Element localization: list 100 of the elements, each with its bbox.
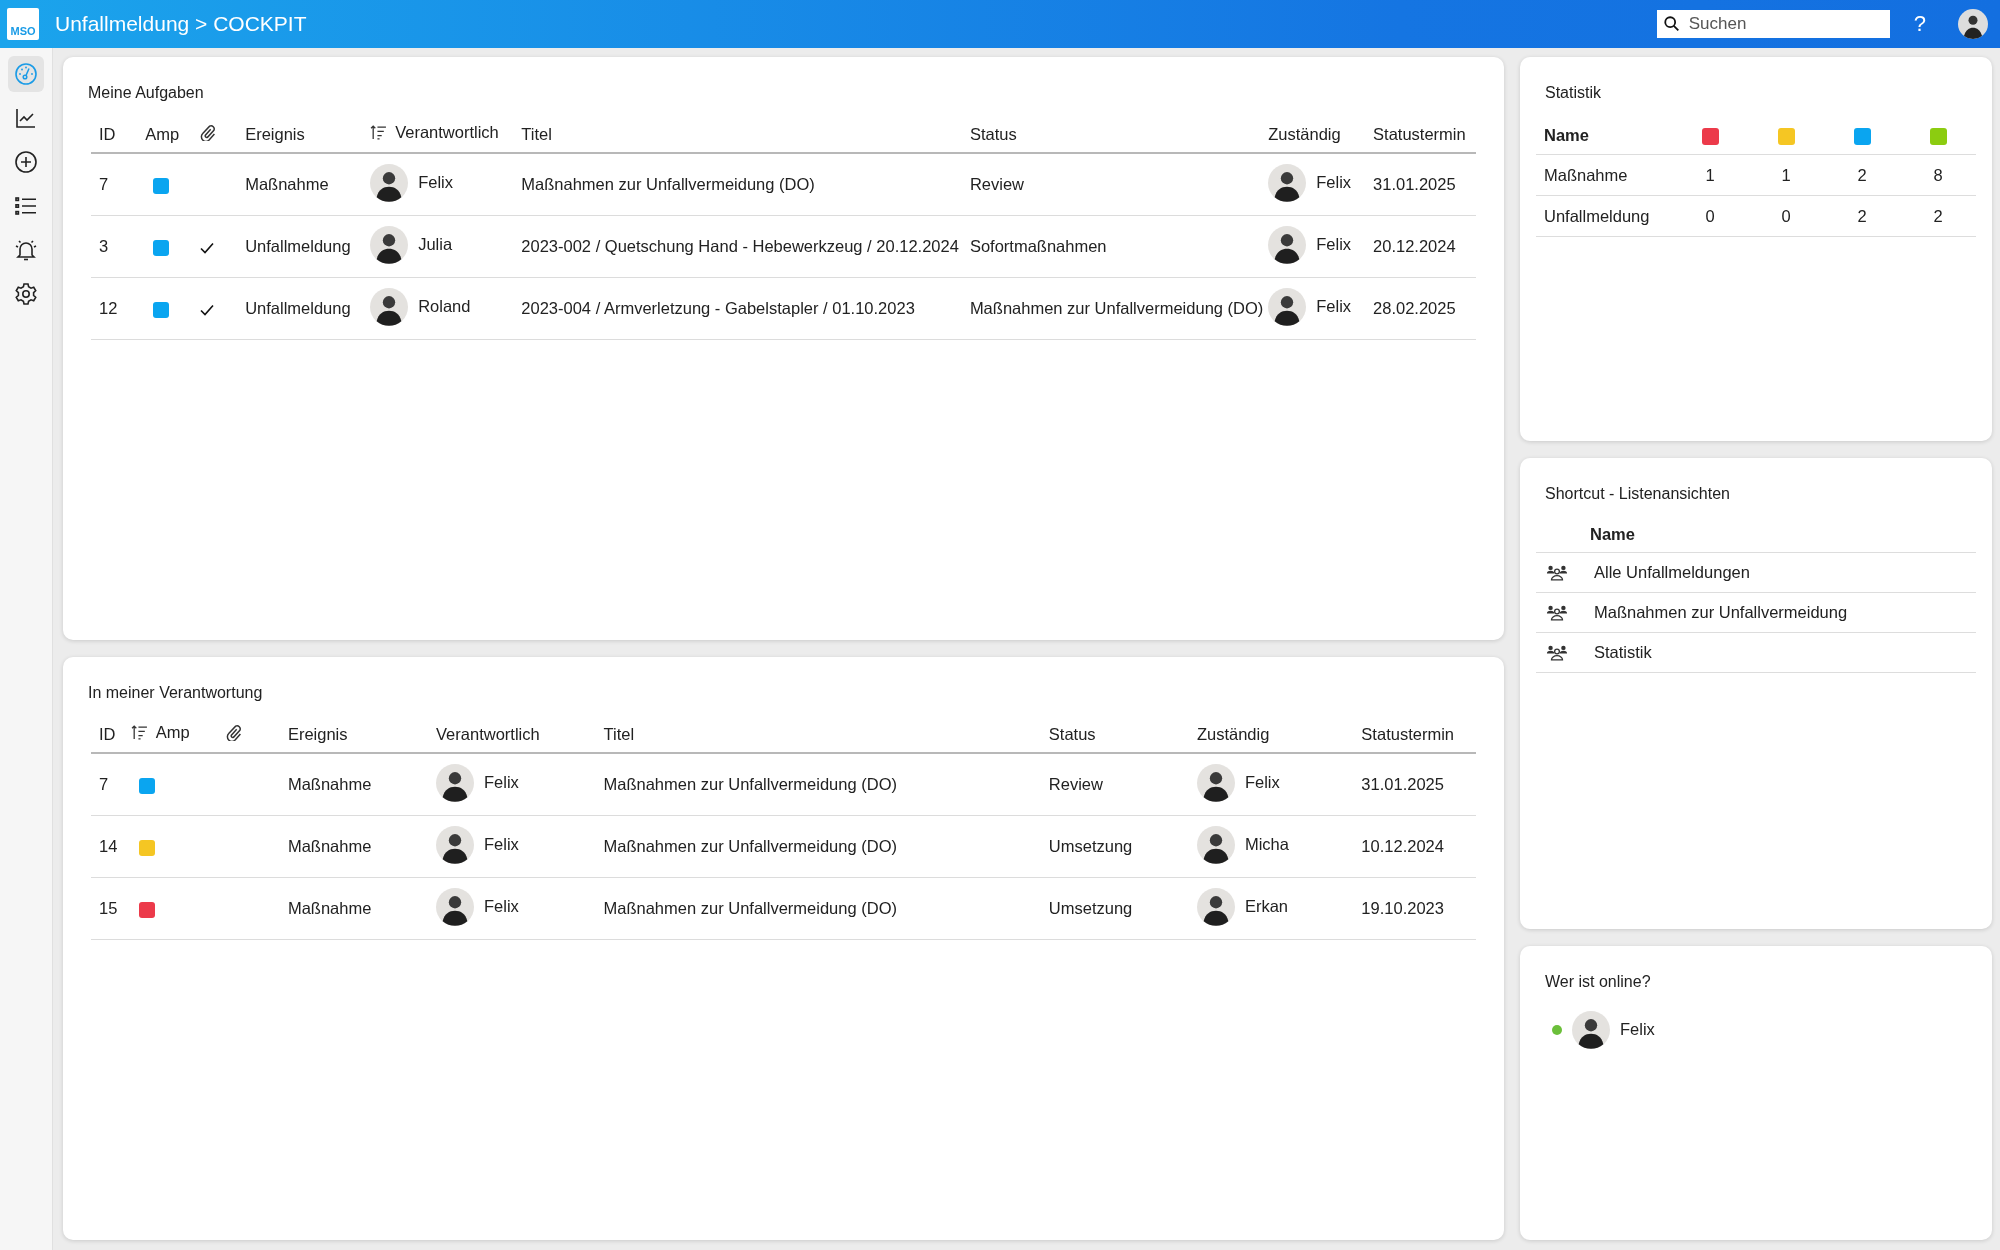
table-cell: 1 [1705,165,1715,184]
column-header[interactable]: Statustermin [1373,124,1466,144]
avatar [1268,287,1307,326]
column-header[interactable]: Ereignis [245,124,305,144]
column-header[interactable]: Zuständig [1196,724,1270,744]
column-header[interactable]: Ereignis [287,724,348,744]
table-cell: 19.10.2023 [1361,899,1444,917]
table-cell: Maßnahmen zur Unfallvermeidung (DO) [603,899,897,917]
person-name: Erkan [1244,897,1289,916]
table-cell: Unfallmeldung [245,299,351,317]
avatar [1572,1010,1610,1049]
table-cell: Maßnahmen zur Unfallvermeidung (DO) [521,175,815,193]
help-button[interactable]: ? [1909,11,1930,37]
people-icon [1546,643,1568,661]
people-icon [1546,603,1568,621]
table-cell: 0 [1781,206,1791,225]
card-title: Statistik [1545,84,1601,102]
shortcut-link[interactable]: Maßnahmen zur Unfallvermeidung [1594,602,1848,622]
column-header[interactable]: ID [99,124,116,144]
table-cell: Maßnahmen zur Unfallvermeidung (DO) [603,837,897,855]
table-cell: 31.01.2025 [1373,175,1456,193]
avatar [1196,763,1235,802]
column-header: Name [1544,125,1589,144]
avatar [436,887,474,926]
table-cell: Maßnahmen zur Unfallvermeidung (DO) [969,299,1264,317]
table-cell: Maßnahme [245,175,329,193]
avatar [1268,225,1307,264]
search-field[interactable]: Suchen [1656,10,1890,38]
table-cell: Unfallmeldung [1544,206,1650,225]
table-cell: Review [969,175,1024,193]
search-icon [1662,15,1681,33]
table-cell: 3 [99,237,109,255]
table-cell: 1 [1781,165,1791,184]
page-title: Unfallmeldung > COCKPIT [55,12,307,36]
card-title: Meine Aufgaben [88,84,204,102]
table-cell: 12 [99,299,118,317]
table-cell: 15 [99,899,118,917]
table-cell: Unfallmeldung [245,237,351,255]
column-header[interactable]: Titel [521,124,552,144]
person-name: Felix [484,897,519,916]
shortcut-link[interactable]: Statistik [1594,642,1652,662]
table-cell: 2023-002 / Quetschung Hand - Hebewerkzeug / 20.12.2024 [521,237,959,255]
table-cell: 31.01.2025 [1361,775,1444,793]
table-cell: Maßnahme [287,775,372,793]
card-title: Shortcut - Listenansichten [1545,484,1730,503]
column-header[interactable]: Amp [145,124,180,144]
table-cell: Umsetzung [1048,899,1133,917]
table-cell: Review [1048,775,1103,793]
avatar [370,287,409,326]
avatar [370,163,409,202]
logo: MSO [7,8,39,40]
avatar [436,763,474,802]
column-header[interactable]: Status [969,124,1017,144]
table-cell: 2 [1933,206,1943,225]
shortcut-link[interactable]: Alle Unfallmeldungen [1594,562,1750,582]
person-name: Felix [418,173,453,192]
settings-icon [14,281,38,307]
people-icon [1546,563,1568,581]
column-header[interactable]: ID [99,724,116,744]
column-header[interactable]: Zuständig [1268,124,1341,144]
column-header[interactable]: Verantwortlich [395,123,499,142]
avatar [1196,825,1235,864]
column-header[interactable]: Status [1048,724,1096,744]
table-cell: Umsetzung [1048,837,1133,855]
table-cell: 0 [1705,206,1715,225]
card-title: Wer ist online? [1545,972,1651,991]
person-name: Felix [484,773,519,792]
person-name: Felix [1620,1020,1655,1040]
gauge-icon [14,61,38,87]
table-cell: 2023-004 / Armverletzung - Gabelstapler / 01.10.2023 [521,299,915,317]
table-cell: 10.12.2024 [1361,837,1444,855]
avatar [1268,163,1307,202]
table-cell: 7 [99,775,109,793]
column-header[interactable]: Titel [603,724,635,744]
table-cell: 2 [1857,165,1867,184]
column-header[interactable]: Amp [155,723,190,742]
person-name: Felix [1316,297,1352,316]
avatar [1196,887,1235,926]
table-cell: Maßnahmen zur Unfallvermeidung (DO) [603,775,897,793]
person-name: Felix [484,835,519,854]
table-cell: 8 [1933,165,1943,184]
person-name: Felix [1316,173,1352,192]
person-name: Roland [418,297,471,316]
bell-icon [14,237,38,263]
person-name: Felix [1316,235,1352,254]
column-header[interactable]: Statustermin [1361,724,1454,744]
table-cell: 20.12.2024 [1373,237,1456,255]
avatar [436,825,474,864]
table-cell: 7 [99,175,109,193]
table-cell: 14 [99,837,118,855]
sort-icon[interactable] [370,124,388,141]
table-cell: Maßnahme [287,899,372,917]
table-cell: 2 [1857,206,1867,225]
sort-icon[interactable] [130,724,148,741]
column-header[interactable]: Verantwortlich [436,724,540,744]
user-avatar[interactable] [1956,9,1990,39]
person-name: Micha [1244,835,1289,854]
avatar [370,225,409,264]
table-cell: Sofortmaßnahmen [969,237,1107,255]
table-cell: 28.02.2025 [1373,299,1456,317]
